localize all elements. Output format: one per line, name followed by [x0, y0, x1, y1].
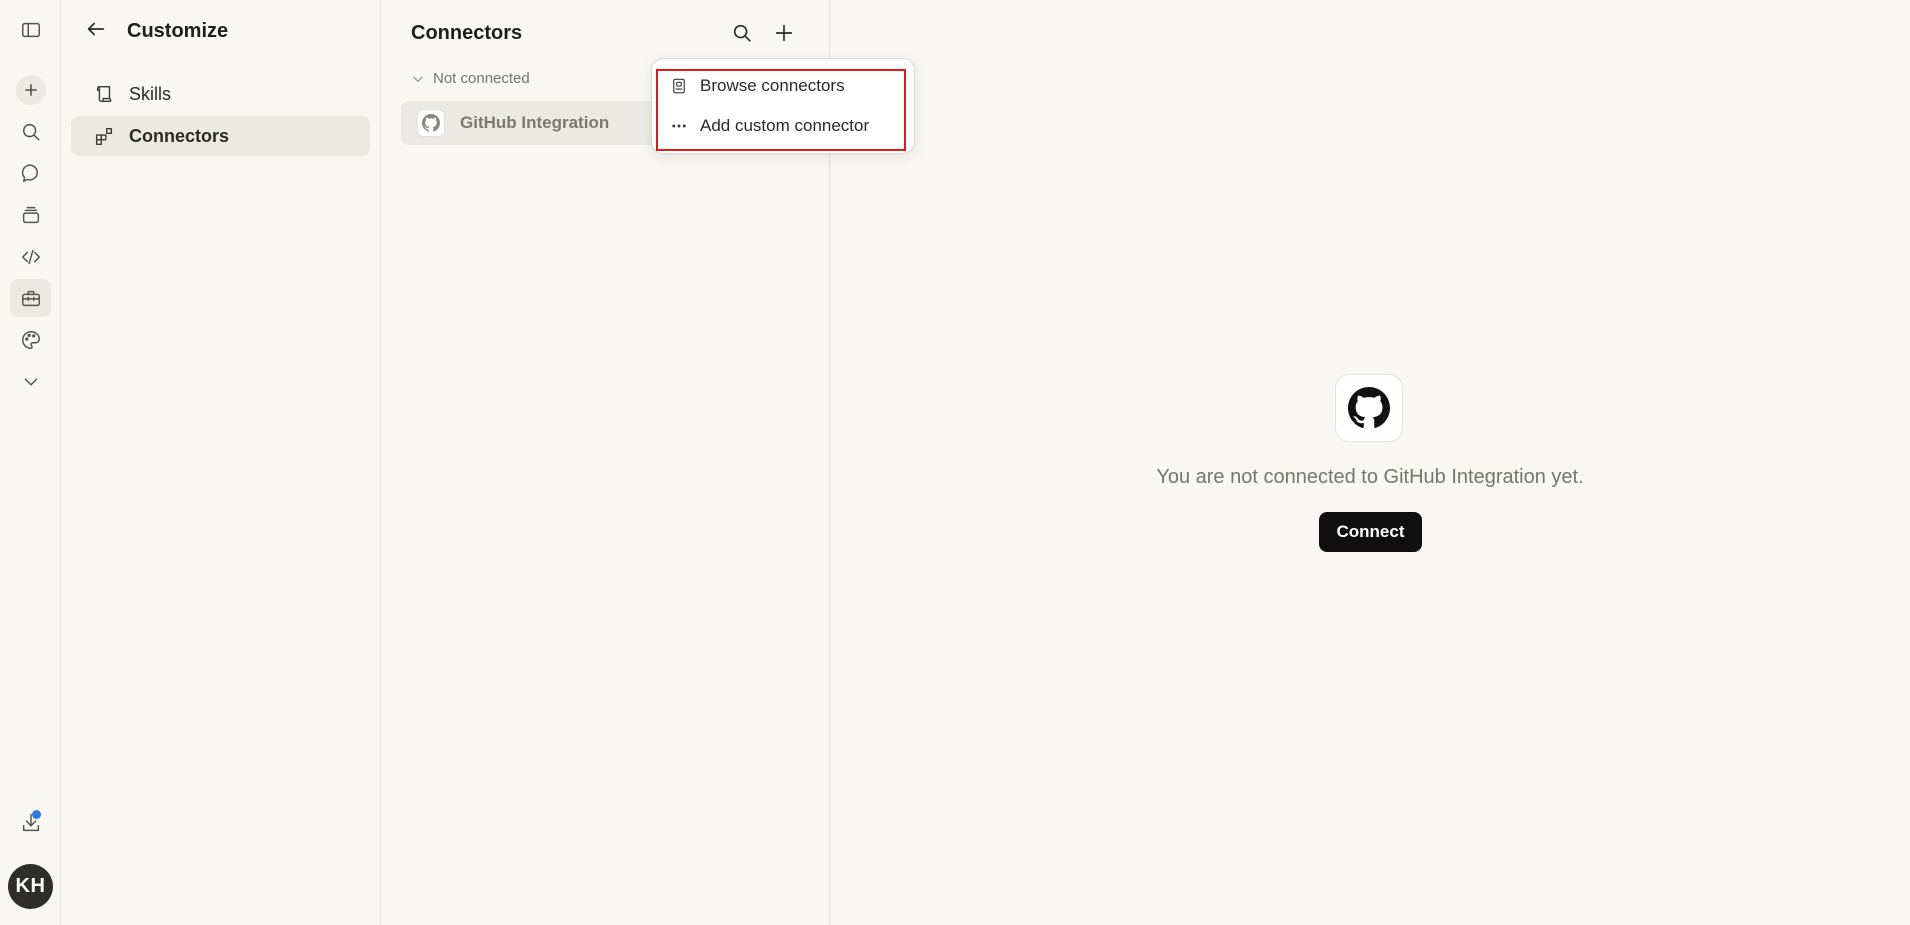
arrow-left-icon	[87, 22, 105, 36]
search-icon	[22, 123, 40, 141]
sidebar-toggle-button[interactable]	[10, 11, 51, 49]
icon-rail: KH	[0, 0, 61, 925]
customize-toolbox-icon	[21, 290, 40, 307]
nav-item-label: Connectors	[129, 125, 230, 146]
connectors-actions	[729, 20, 797, 46]
github-icon	[417, 109, 445, 137]
customize-button[interactable]	[10, 279, 51, 317]
palette-icon	[21, 331, 40, 349]
projects-icon	[22, 206, 39, 224]
chevron-down-icon	[413, 76, 423, 82]
not-connected-message: You are not connected to GitHub Integrat…	[1156, 466, 1584, 488]
connectors-title: Connectors	[411, 22, 523, 44]
search-connectors-button[interactable]	[729, 20, 755, 46]
customize-header: Customize	[85, 18, 228, 45]
sidebar-toggle-icon	[21, 22, 40, 38]
book-icon	[673, 78, 685, 94]
projects-button[interactable]	[10, 196, 51, 234]
plus-icon	[775, 24, 793, 42]
search-button[interactable]	[10, 113, 51, 151]
chats-button[interactable]	[10, 154, 51, 192]
scroll-icon	[96, 85, 112, 103]
group-label: Not connected	[433, 70, 530, 87]
chevron-down-icon	[24, 378, 37, 386]
dots-icon	[672, 124, 686, 128]
customize-panel: Customize Skills Connectors	[61, 0, 381, 925]
connect-button[interactable]: Connect	[1319, 512, 1422, 552]
more-button[interactable]	[10, 363, 51, 401]
github-icon	[1335, 374, 1403, 442]
group-toggle-not-connected[interactable]: Not connected	[411, 70, 530, 87]
download-button[interactable]	[10, 804, 51, 842]
code-icon	[21, 249, 40, 265]
avatar[interactable]: KH	[8, 864, 53, 909]
connector-label: GitHub Integration	[460, 113, 610, 132]
nav-item-label: Skills	[129, 83, 172, 104]
nav-item-connectors[interactable]: Connectors	[71, 116, 370, 156]
chats-icon	[21, 164, 38, 182]
page-title: Customize	[127, 20, 229, 42]
back-button[interactable]	[85, 18, 107, 45]
new-chat-icon	[15, 75, 46, 105]
new-chat-button[interactable]	[10, 71, 51, 109]
connectors-grid-icon	[95, 127, 113, 145]
menu-item-browse-connectors[interactable]: Browse connectors	[670, 76, 845, 96]
menu-item-label: Browse connectors	[700, 76, 845, 95]
notification-dot	[32, 810, 41, 819]
connector-detail: You are not connected to GitHub Integrat…	[830, 0, 1910, 925]
nav-item-skills[interactable]: Skills	[71, 74, 370, 114]
add-connector-button[interactable]	[771, 20, 797, 46]
search-icon	[733, 24, 751, 42]
palette-button[interactable]	[10, 321, 51, 359]
code-button[interactable]	[10, 238, 51, 276]
